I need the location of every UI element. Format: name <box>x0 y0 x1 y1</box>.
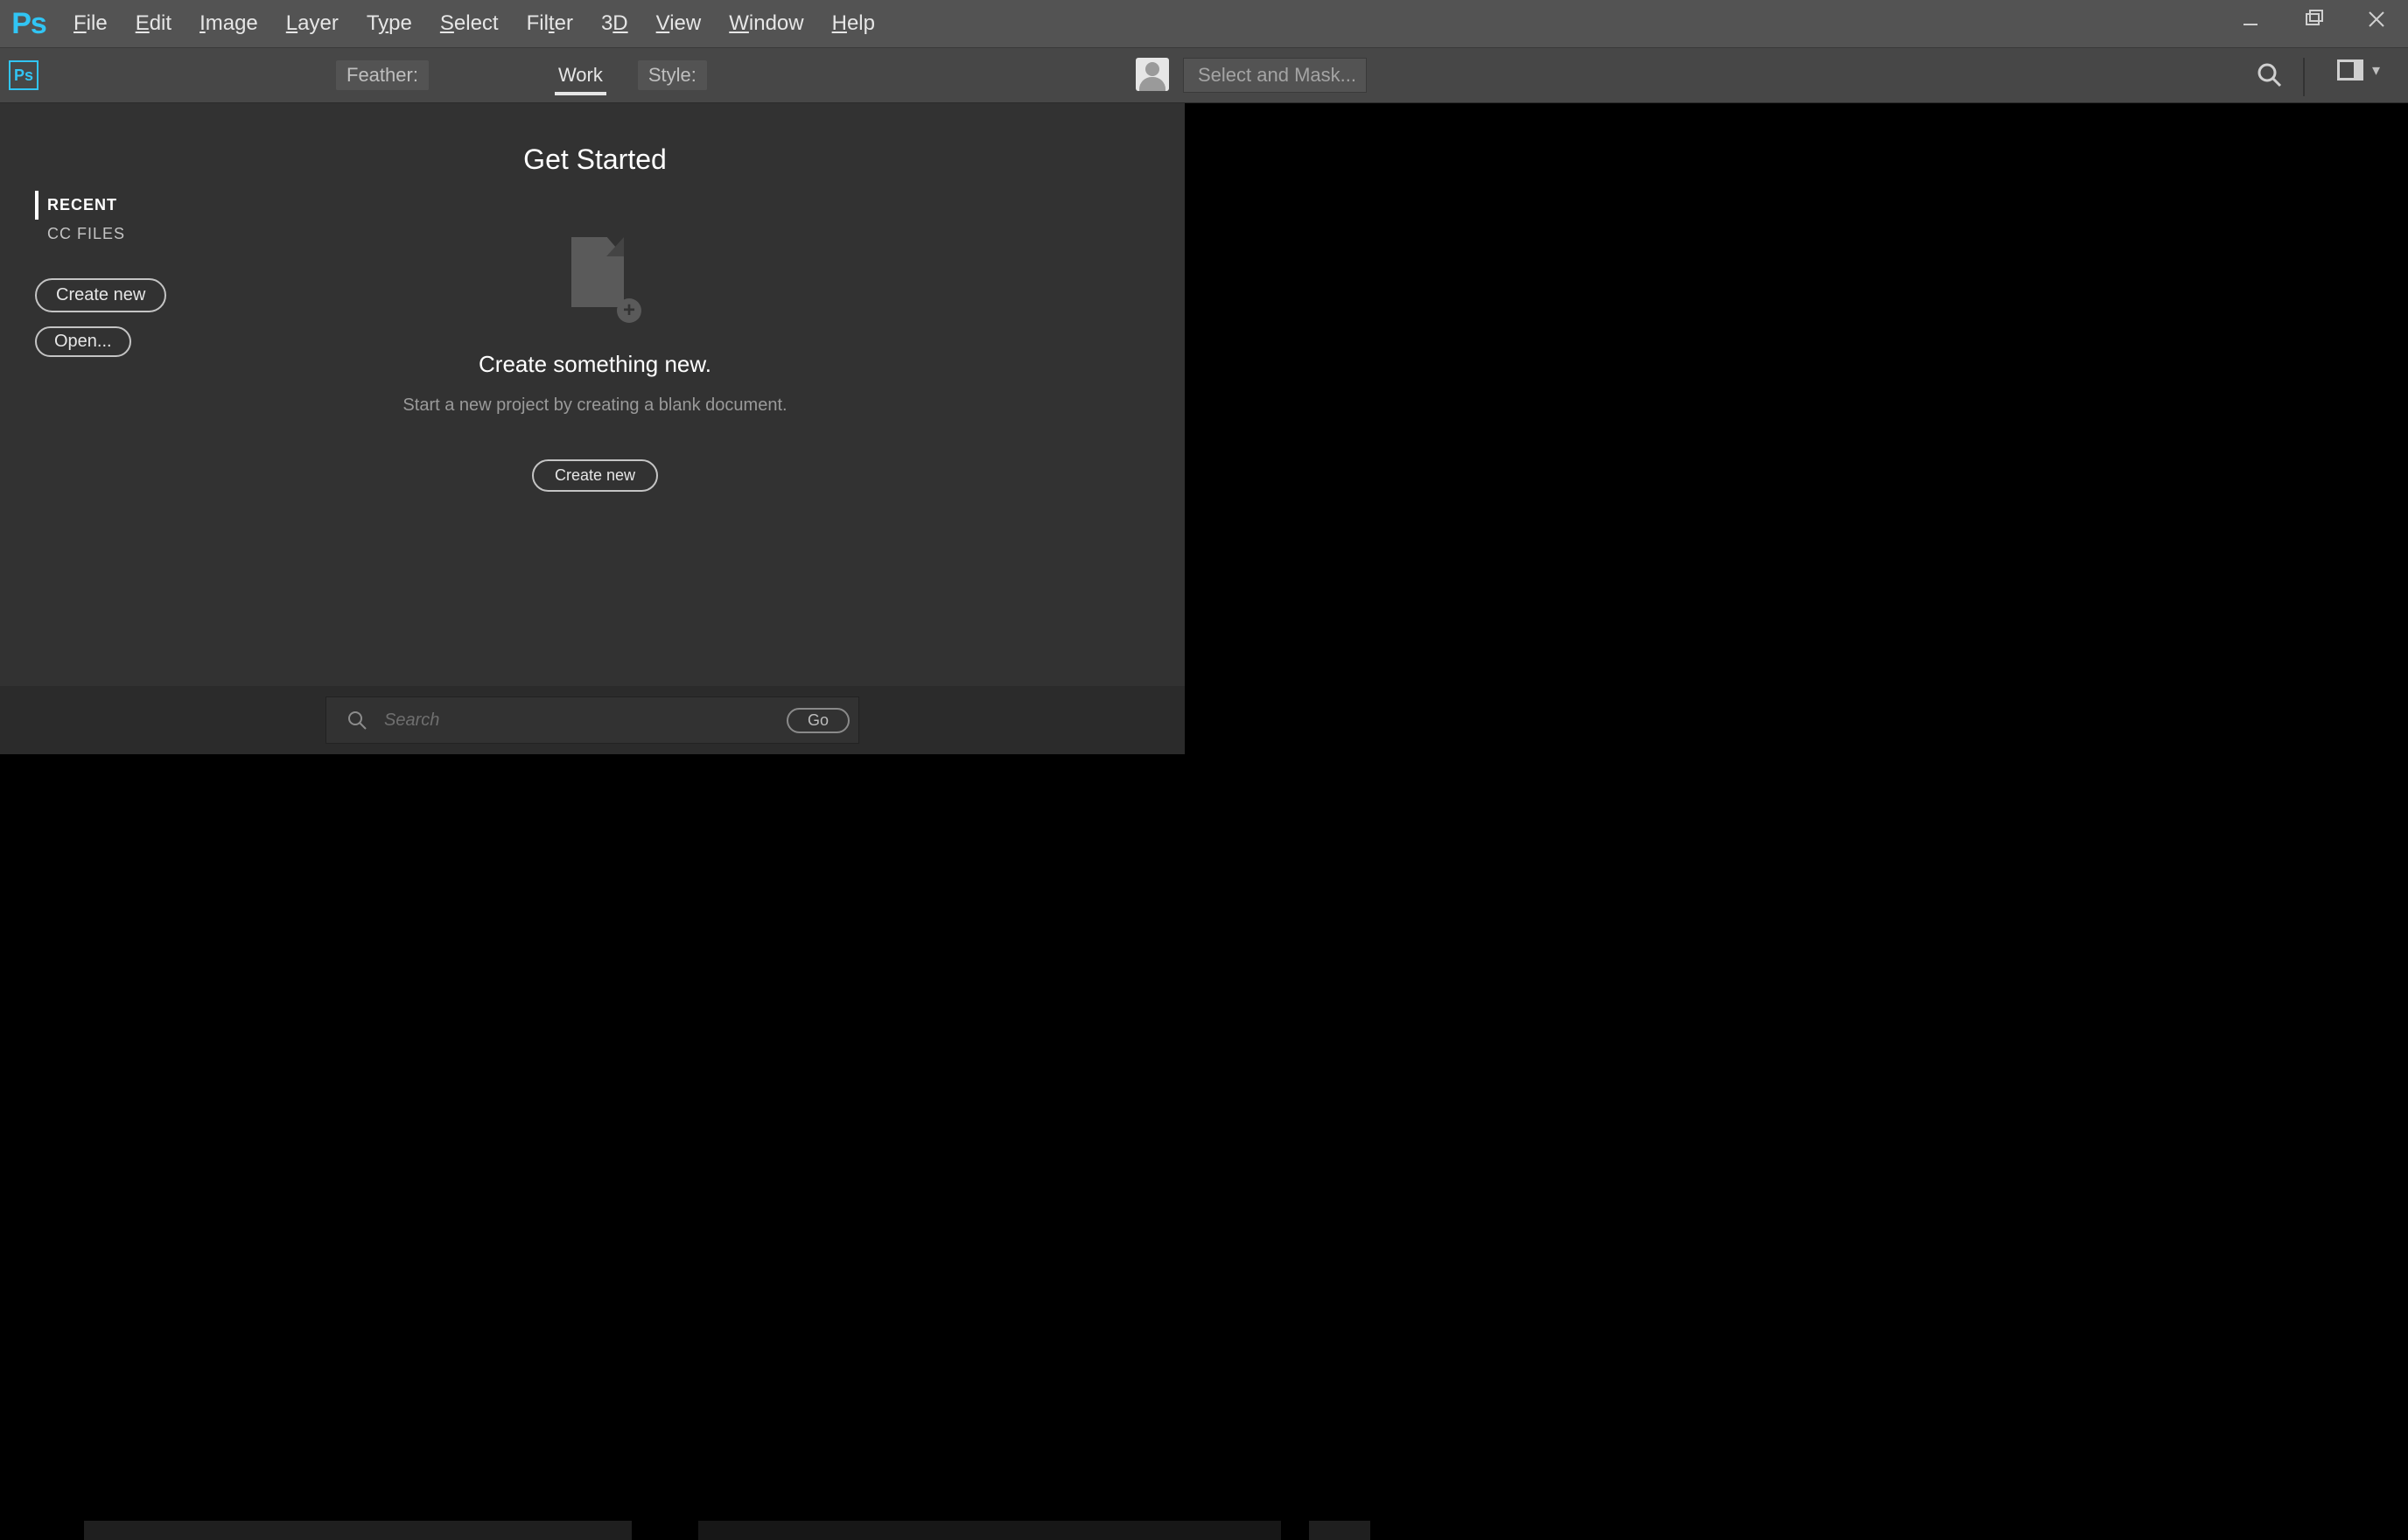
app-logo-text: Ps <box>11 7 46 41</box>
search-icon <box>2257 62 2283 88</box>
start-search-strip: Go <box>0 686 1185 754</box>
menu-filter[interactable]: Filter <box>527 11 573 36</box>
maximize-icon <box>2303 9 2324 30</box>
taskbar-segment[interactable] <box>1309 1521 1370 1540</box>
plus-icon: + <box>617 298 641 323</box>
empty-canvas-area <box>0 754 2408 1521</box>
empty-canvas-right <box>1185 103 2408 754</box>
create-new-button[interactable]: Create new <box>35 278 166 312</box>
close-button[interactable] <box>2345 0 2408 38</box>
menu-file[interactable]: File <box>74 11 108 36</box>
start-search-block: Go <box>326 696 859 744</box>
new-document-icon: + <box>571 237 633 316</box>
start-search-input[interactable] <box>384 710 769 731</box>
user-account-icon[interactable] <box>1136 58 1169 91</box>
start-side-tabs: RECENT CC FILES <box>35 191 125 248</box>
document-type-icon-text: Ps <box>14 66 33 85</box>
options-divider <box>2303 58 2305 96</box>
side-tab-recent[interactable]: RECENT <box>35 191 125 220</box>
minimize-button[interactable] <box>2219 0 2282 38</box>
get-started-heading: Get Started <box>523 144 667 176</box>
start-pill-buttons: Create new Open... <box>35 278 166 357</box>
create-something-title: Create something new. <box>479 351 711 378</box>
menubar: Ps File Edit Image Layer Type Select Fil… <box>0 0 2408 47</box>
menu-3d[interactable]: 3D <box>601 11 628 36</box>
taskbar-segment[interactable] <box>84 1521 632 1540</box>
taskbar-segment[interactable] <box>698 1521 1281 1540</box>
maximize-button[interactable] <box>2282 0 2345 38</box>
select-and-mask-button[interactable]: Select and Mask... <box>1183 58 1367 93</box>
menu-view[interactable]: View <box>656 11 702 36</box>
workspace-icon <box>2337 60 2363 80</box>
minimize-icon <box>2240 9 2261 30</box>
search-icon-small <box>347 710 367 730</box>
open-button[interactable]: Open... <box>35 326 131 357</box>
search-go-button[interactable]: Go <box>787 708 850 733</box>
menu-layer[interactable]: Layer <box>286 11 339 36</box>
feather-label[interactable]: Feather: <box>336 60 429 90</box>
menu-edit[interactable]: Edit <box>136 11 172 36</box>
menu-image[interactable]: Image <box>200 11 258 36</box>
start-center: Get Started + Create something new. Star… <box>245 144 945 492</box>
window-controls <box>2219 0 2408 38</box>
create-something-sub: Start a new project by creating a blank … <box>402 396 787 416</box>
search-button[interactable] <box>2252 58 2287 93</box>
app-logo: Ps <box>9 4 49 44</box>
menu-window[interactable]: Window <box>729 11 803 36</box>
os-taskbar[interactable] <box>0 1521 2408 1540</box>
menu-help[interactable]: Help <box>832 11 875 36</box>
close-icon <box>2366 9 2387 30</box>
center-create-new-button[interactable]: Create new <box>532 459 658 492</box>
menu-type[interactable]: Type <box>367 11 412 36</box>
workspace-switcher[interactable]: ▾ <box>2337 60 2380 80</box>
start-workspace: RECENT CC FILES Create new Open... Get S… <box>0 103 1185 754</box>
side-tab-cc-files[interactable]: CC FILES <box>35 220 125 248</box>
style-label[interactable]: Style: <box>638 60 707 90</box>
chevron-down-icon: ▾ <box>2372 61 2380 80</box>
work-tab[interactable]: Work <box>555 55 606 95</box>
menu-select[interactable]: Select <box>440 11 499 36</box>
document-type-icon[interactable]: Ps <box>9 60 38 90</box>
